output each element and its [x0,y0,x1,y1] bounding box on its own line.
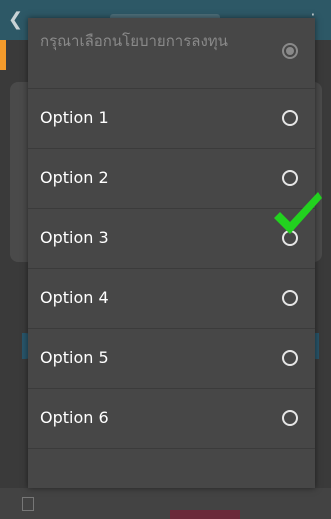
option-6-radio-icon[interactable] [282,410,298,426]
green-checkmark-icon [274,192,322,234]
option-3-label: Option 3 [40,228,109,247]
option-1[interactable]: Option 1 [28,88,315,148]
option-4-label: Option 4 [40,288,109,307]
background-bottom-bar [0,488,331,519]
option-4[interactable]: Option 4 [28,268,315,328]
option-2-label: Option 2 [40,168,109,187]
option-5[interactable]: Option 5 [28,328,315,388]
option-1-radio-icon[interactable] [282,110,298,126]
option-5-radio-icon[interactable] [282,350,298,366]
dialog-footer-divider [28,448,315,449]
option-1-label: Option 1 [40,108,109,127]
header-radio-icon [282,43,298,59]
checkmark-path [274,192,322,234]
background-accent-bar [0,40,6,70]
background-bottom-strip [170,510,240,519]
back-arrow-icon: ❮ [8,9,24,30]
option-2-radio-icon[interactable] [282,170,298,186]
dialog-header: กรุณาเลือกนโยบายการลงทุน [28,18,315,88]
option-6[interactable]: Option 6 [28,388,315,448]
option-4-radio-icon[interactable] [282,290,298,306]
selection-dialog: กรุณาเลือกนโยบายการลงทุน Option 1 Option… [28,18,315,488]
option-6-label: Option 6 [40,408,109,427]
option-5-label: Option 5 [40,348,109,367]
background-bottom-icon [22,497,34,511]
dialog-title: กรุณาเลือกนโยบายการลงทุน [40,32,228,50]
